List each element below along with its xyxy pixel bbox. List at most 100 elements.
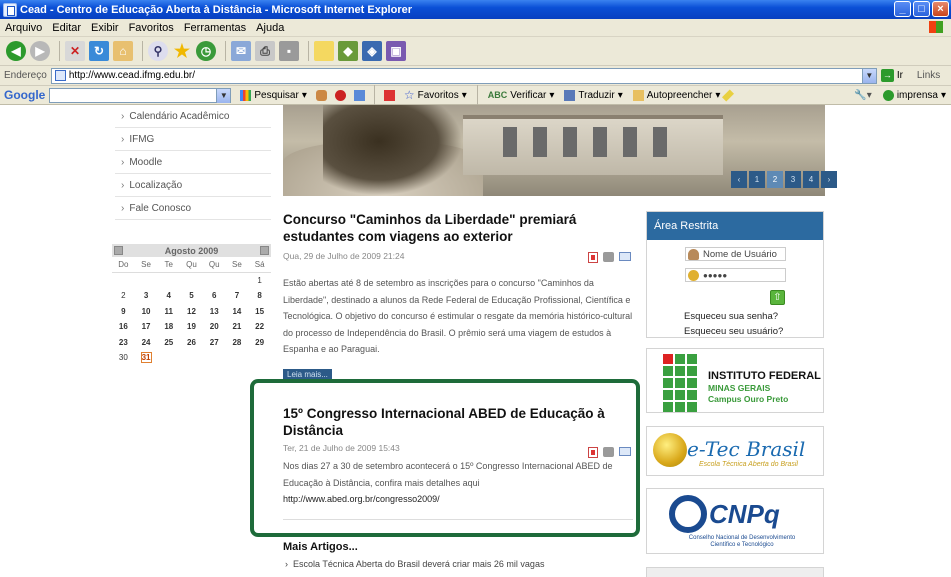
calendar-day[interactable]: 9 — [112, 304, 135, 320]
calendar-day[interactable]: 19 — [180, 319, 203, 335]
home-icon[interactable]: ⌂ — [113, 41, 133, 61]
menu-arquivo[interactable]: Arquivo — [0, 22, 47, 34]
google-search-button[interactable]: Pesquisar ▾ — [235, 89, 312, 101]
check-spelling-button[interactable]: ABC Verificar ▾ — [483, 90, 560, 101]
close-button[interactable]: × — [932, 1, 949, 17]
links-button[interactable]: Links — [917, 70, 940, 81]
menu-editar[interactable]: Editar — [47, 22, 86, 34]
calendar-day[interactable]: 20 — [203, 319, 226, 335]
messenger-icon[interactable]: ◆ — [338, 41, 358, 61]
calendar-day[interactable]: 29 — [248, 335, 271, 351]
back-icon[interactable]: ◀ — [6, 41, 26, 61]
menu-exibir[interactable]: Exibir — [86, 22, 124, 34]
calendar-day[interactable]: 14 — [226, 304, 249, 320]
block-icon[interactable] — [383, 89, 395, 101]
address-input[interactable]: http://www.cead.ifmg.edu.br/ ▼ — [50, 67, 877, 84]
calendar-day[interactable]: 1 — [248, 273, 271, 289]
calendar-day[interactable]: 28 — [226, 335, 249, 351]
calendar-day[interactable]: 24 — [135, 335, 158, 351]
popup-blocker-icon[interactable] — [334, 89, 346, 101]
plus-icon[interactable] — [353, 89, 365, 101]
forgot-password-link[interactable]: Esqueceu sua senha? — [684, 311, 778, 322]
banner-page-button[interactable]: 2 — [767, 171, 783, 188]
calendar-day[interactable]: 17 — [135, 319, 158, 335]
calendar-day[interactable]: 8 — [248, 288, 271, 304]
calendar-day[interactable]: 27 — [203, 335, 226, 351]
go-button[interactable]: → Ir — [880, 69, 903, 82]
pdf-icon[interactable] — [588, 447, 598, 458]
username-field[interactable]: Nome de Usuário — [685, 247, 786, 261]
password-field[interactable]: ●●●●● — [685, 268, 786, 282]
email-icon[interactable] — [619, 447, 631, 456]
more-article-link[interactable]: Escola Técnica Aberta do Brasil deverá c… — [283, 559, 633, 569]
research-icon[interactable]: ◈ — [362, 41, 382, 61]
favorites-star-icon[interactable]: ★ — [172, 41, 192, 61]
banner-page-button[interactable]: 4 — [803, 171, 819, 188]
banner-page-button[interactable]: 1 — [749, 171, 765, 188]
menu-ajuda[interactable]: Ajuda — [251, 22, 289, 34]
minimize-button[interactable]: _ — [894, 1, 911, 17]
calendar-day[interactable]: 2 — [112, 288, 135, 304]
nav-moodle[interactable]: Moodle — [115, 151, 271, 174]
calendar-day[interactable]: 30 — [112, 350, 135, 366]
banner-page-button[interactable]: 3 — [785, 171, 801, 188]
calendar-day[interactable]: 15 — [248, 304, 271, 320]
refresh-icon[interactable]: ↻ — [89, 41, 109, 61]
print-icon[interactable] — [603, 252, 614, 262]
calendar-day[interactable]: 26 — [180, 335, 203, 351]
history-icon[interactable]: ◷ — [196, 41, 216, 61]
calendar-day[interactable]: 22 — [248, 319, 271, 335]
pdf-icon[interactable] — [588, 252, 598, 263]
print-icon[interactable] — [603, 447, 614, 457]
calendar-day[interactable]: 4 — [157, 288, 180, 304]
calendar-day[interactable]: 6 — [203, 288, 226, 304]
search-icon[interactable]: ⚲ — [148, 41, 168, 61]
menu-favoritos[interactable]: Favoritos — [124, 22, 179, 34]
banner-page-button[interactable]: › — [821, 171, 837, 188]
mail-icon[interactable]: ✉ — [231, 41, 251, 61]
print-status-button[interactable]: imprensa ▾ — [878, 89, 951, 101]
calendar-day[interactable]: 31 — [135, 350, 158, 366]
nav-fale-conosco[interactable]: Fale Conosco — [115, 197, 271, 220]
print-icon[interactable]: ⎙ — [255, 41, 275, 61]
calendar-prev-button[interactable] — [114, 246, 123, 255]
translate-button[interactable]: Traduzir ▾ — [559, 89, 627, 101]
calendar-day[interactable]: 18 — [157, 319, 180, 335]
address-dropdown-icon[interactable]: ▼ — [861, 68, 876, 83]
email-icon[interactable] — [619, 252, 631, 261]
tools-icon[interactable]: ▣ — [386, 41, 406, 61]
autofill-button[interactable]: Autopreencher ▾ — [628, 89, 726, 101]
nav-localizacao[interactable]: Localização — [115, 174, 271, 197]
calendar-day[interactable]: 16 — [112, 319, 135, 335]
article-2-link[interactable]: http://www.abed.org.br/congresso2009/ — [283, 491, 633, 508]
ifmg-logo-banner[interactable]: INSTITUTO FEDERAL MINAS GERAIS Campus Ou… — [646, 348, 824, 413]
cnpq-logo-banner[interactable]: CNPq Conselho Nacional de Desenvolviment… — [646, 488, 824, 554]
edit-icon[interactable]: ▪ — [279, 41, 299, 61]
pagerank-icon[interactable] — [315, 89, 327, 101]
calendar-day[interactable]: 5 — [180, 288, 203, 304]
login-submit-button[interactable]: ⇧ — [770, 290, 785, 305]
google-favorites-button[interactable]: ☆ Favoritos ▾ — [399, 88, 472, 102]
calendar-day[interactable]: 13 — [203, 304, 226, 320]
article-2-title[interactable]: 15º Congresso Internacional ABED de Educ… — [283, 405, 633, 439]
calendar-day[interactable]: 21 — [226, 319, 249, 335]
calendar-day[interactable]: 12 — [180, 304, 203, 320]
article-1-title[interactable]: Concurso "Caminhos da Liberdade" premiar… — [283, 211, 633, 245]
forward-icon[interactable]: ▶ — [30, 41, 50, 61]
google-search-dropdown-icon[interactable]: ▼ — [216, 88, 231, 103]
calendar-day[interactable]: 7 — [226, 288, 249, 304]
banner-page-button[interactable]: ‹ — [731, 171, 747, 188]
calendar-day[interactable]: 3 — [135, 288, 158, 304]
calendar-next-button[interactable] — [260, 246, 269, 255]
maximize-button[interactable]: □ — [913, 1, 930, 17]
google-search-input[interactable]: ▼ — [49, 87, 232, 103]
wrench-icon[interactable]: 🔧▾ — [854, 90, 871, 101]
calendar-day[interactable]: 11 — [157, 304, 180, 320]
calendar-day[interactable]: 10 — [135, 304, 158, 320]
stop-icon[interactable]: ✕ — [65, 41, 85, 61]
nav-ifmg[interactable]: IFMG — [115, 128, 271, 151]
calendar-day[interactable]: 23 — [112, 335, 135, 351]
nav-calendario[interactable]: Calendário Acadêmico — [115, 105, 271, 128]
etec-logo-banner[interactable]: e-Tec Brasil Escola Técnica Aberta do Br… — [646, 426, 824, 476]
calendar-day[interactable]: 25 — [157, 335, 180, 351]
